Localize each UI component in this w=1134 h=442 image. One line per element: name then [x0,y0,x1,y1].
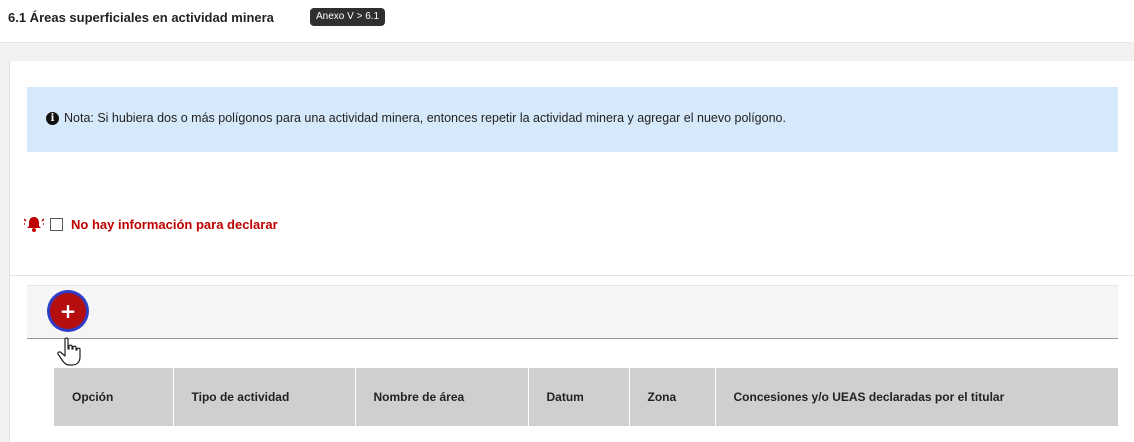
form-panel: i Nota: Si hubiera dos o más polígonos p… [9,61,1134,442]
no-data-label: No hay información para declarar [71,216,278,232]
table-toolbar: + [27,285,1118,339]
column-header[interactable]: Zona [629,368,716,426]
bell-icon [24,217,44,232]
section-divider [10,275,1134,276]
no-data-checkbox[interactable] [50,217,63,231]
note-box: i Nota: Si hubiera dos o más polígonos p… [27,87,1118,152]
note-text: Nota: Si hubiera dos o más polígonos par… [64,111,786,125]
activity-table: Opción Tipo de actividad Nombre de área … [54,368,1118,426]
no-data-row: No hay información para declarar [24,215,278,233]
annex-badge: Anexo V > 6.1 [310,8,386,26]
column-header[interactable]: Opción [54,368,174,426]
column-header[interactable]: Tipo de actividad [173,368,356,426]
note-content: i Nota: Si hubiera dos o más polígonos p… [46,111,786,125]
table-header-row: Opción Tipo de actividad Nombre de área … [54,368,1118,426]
info-icon: i [46,111,59,125]
page-header: 6.1 Áreas superficiales en actividad min… [0,0,1134,43]
hand-cursor-icon [57,337,81,366]
column-header[interactable]: Nombre de área [355,368,529,426]
plus-icon: + [50,293,86,329]
column-header[interactable]: Concesiones y/o UEAS declaradas por el t… [715,368,1118,426]
page-title: 6.1 Áreas superficiales en actividad min… [8,10,274,25]
column-header[interactable]: Datum [528,368,630,426]
add-button[interactable]: + [47,290,89,332]
